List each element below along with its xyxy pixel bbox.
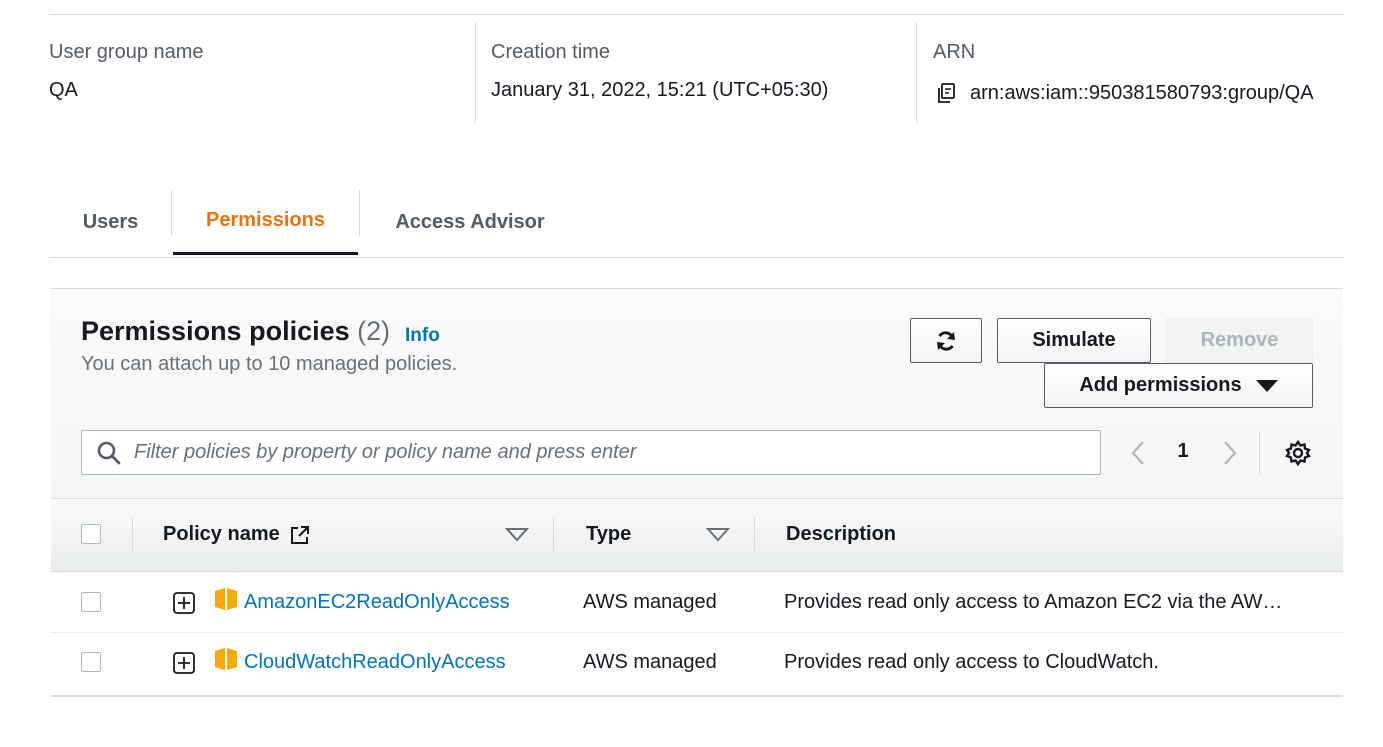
simulate-button[interactable]: Simulate	[997, 318, 1151, 363]
row-checkbox[interactable]	[81, 652, 101, 672]
pager-divider	[1259, 431, 1260, 475]
gear-icon[interactable]	[1284, 439, 1312, 467]
group-name-value: QA	[49, 79, 78, 101]
info-link[interactable]: Info	[405, 325, 440, 347]
sort-caret-icon[interactable]	[706, 527, 730, 543]
policy-name-header-label: Policy name	[163, 523, 280, 545]
policy-type: AWS managed	[583, 651, 717, 673]
search-icon	[97, 441, 121, 464]
tab-users[interactable]: Users	[49, 189, 172, 255]
search-input[interactable]	[132, 440, 1100, 465]
expand-icon[interactable]	[173, 592, 195, 614]
search-box[interactable]	[81, 430, 1101, 475]
summary-group-name: User group name QA	[49, 22, 475, 123]
tab-permissions[interactable]: Permissions	[173, 189, 358, 255]
column-divider	[754, 517, 755, 553]
creation-time-label: Creation time	[491, 41, 610, 63]
column-header-type[interactable]: Type	[586, 523, 631, 546]
creation-time-value: January 31, 2022, 15:21 (UTC+05:30)	[491, 79, 829, 101]
chevron-left-icon[interactable]	[1125, 438, 1153, 468]
policy-description: Provides read only access to CloudWatch.	[784, 651, 1159, 673]
add-permissions-label: Add permissions	[1079, 374, 1242, 396]
policy-description: Provides read only access to Amazon EC2 …	[784, 591, 1283, 613]
tab-divider	[171, 190, 172, 236]
tabs-divider	[49, 257, 1344, 258]
column-divider	[132, 517, 133, 553]
chevron-right-icon[interactable]	[1215, 438, 1243, 468]
summary-arn: ARN arn:aws:iam::950381580793:group/QA	[916, 22, 1347, 123]
panel-title-text: Permissions policies	[81, 316, 350, 346]
panel-description: You can attach up to 10 managed policies…	[81, 353, 458, 375]
policy-box-icon	[215, 648, 237, 670]
row-checkbox[interactable]	[81, 592, 101, 612]
column-header-policy-name[interactable]: Policy name	[163, 523, 311, 546]
policy-count: (2)	[357, 316, 391, 346]
sort-caret-icon[interactable]	[505, 527, 529, 543]
policy-link[interactable]: CloudWatchReadOnlyAccess	[244, 651, 506, 674]
remove-button[interactable]: Remove	[1166, 318, 1313, 363]
arn-label: ARN	[933, 41, 976, 63]
refresh-icon	[937, 330, 955, 351]
panel-title: Permissions policies (2)	[81, 316, 390, 347]
group-name-label: User group name	[49, 41, 204, 63]
add-permissions-button[interactable]: Add permissions	[1044, 363, 1313, 408]
external-link-icon	[290, 525, 309, 544]
arn-text: arn:aws:iam::950381580793:group/QA	[970, 81, 1314, 104]
caret-down-icon	[1255, 379, 1278, 392]
column-divider	[553, 517, 554, 553]
summary-top-divider	[49, 14, 1344, 15]
copy-icon[interactable]	[935, 81, 959, 105]
policy-type: AWS managed	[583, 591, 717, 613]
column-header-description: Description	[786, 523, 897, 545]
expand-icon[interactable]	[173, 652, 195, 674]
tab-access-advisor[interactable]: Access Advisor	[360, 189, 580, 255]
refresh-button[interactable]	[910, 318, 982, 363]
select-all-checkbox[interactable]	[81, 524, 101, 544]
policy-link[interactable]: AmazonEC2ReadOnlyAccess	[244, 591, 510, 614]
current-page[interactable]: 1	[1168, 440, 1198, 463]
arn-value-row: arn:aws:iam::950381580793:group/QA	[935, 81, 1314, 105]
policy-box-icon	[215, 588, 237, 610]
summary-creation-time: Creation time January 31, 2022, 15:21 (U…	[475, 22, 917, 123]
